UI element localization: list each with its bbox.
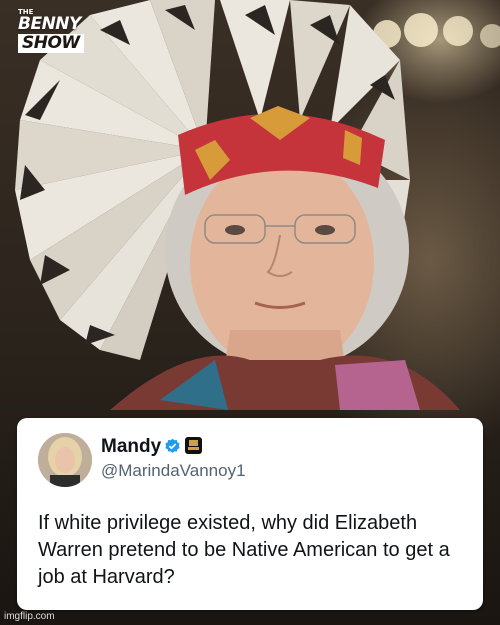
logo-line1: BENNY bbox=[18, 14, 81, 34]
tweet-text: If white privilege existed, why did Eliz… bbox=[38, 512, 450, 588]
benny-show-logo: THE BENNY SHOW bbox=[18, 9, 84, 53]
avatar[interactable] bbox=[38, 433, 92, 487]
logo-line2: SHOW bbox=[18, 34, 84, 53]
tweet-card: Mandy @MarindaVannoy1 If white privilege… bbox=[17, 418, 483, 610]
affiliate-badge-icon bbox=[185, 437, 202, 454]
verified-badge-icon bbox=[165, 438, 180, 453]
user-handle[interactable]: @MarindaVannoy1 bbox=[101, 461, 246, 481]
imgflip-watermark: imgflip.com bbox=[4, 611, 55, 622]
display-name[interactable]: Mandy bbox=[101, 436, 161, 458]
